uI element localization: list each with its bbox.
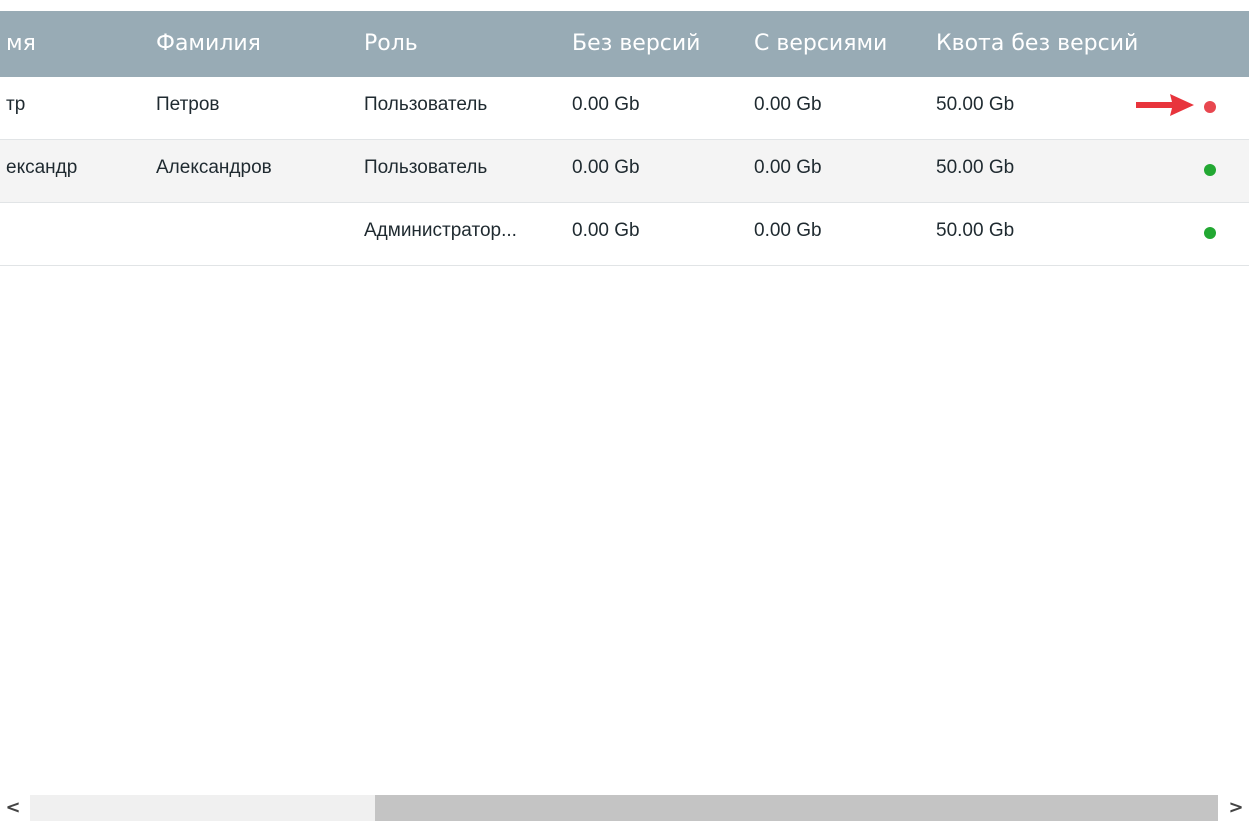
cell-role: Пользователь: [364, 94, 488, 115]
table-row[interactable]: ександр Александров Пользователь 0.00 Gb…: [0, 140, 1249, 203]
cell-role: Администратор...: [364, 220, 517, 241]
chevron-right-icon[interactable]: >: [1223, 795, 1249, 821]
cell-with-versions: 0.00 Gb: [754, 94, 822, 115]
column-header-with-versions[interactable]: С версиями: [754, 11, 887, 77]
scrollbar-thumb[interactable]: [375, 795, 1218, 821]
cell-first-name: тр: [6, 94, 26, 115]
table-header: мя Фамилия Роль Без версий С версиями Кв…: [0, 11, 1249, 77]
cell-no-versions: 0.00 Gb: [572, 157, 640, 178]
column-header-last-name[interactable]: Фамилия: [156, 11, 261, 77]
cell-quota-no-versions: 50.00 Gb: [936, 220, 1015, 241]
arrow-right-icon: [1136, 94, 1194, 116]
cell-with-versions: 0.00 Gb: [754, 157, 822, 178]
status-dot: [1204, 164, 1216, 176]
column-header-first-name[interactable]: мя: [6, 11, 36, 77]
column-header-quota-no-versions[interactable]: Квота без версий: [936, 11, 1138, 77]
users-table-view: мя Фамилия Роль Без версий С версиями Кв…: [0, 0, 1249, 821]
scrollbar-track[interactable]: [30, 795, 1218, 821]
horizontal-scrollbar[interactable]: < >: [0, 795, 1249, 821]
column-header-no-versions[interactable]: Без версий: [572, 11, 700, 77]
status-dot: [1204, 227, 1216, 239]
cell-no-versions: 0.00 Gb: [572, 220, 640, 241]
cell-role: Пользователь: [364, 157, 488, 178]
cell-last-name: Александров: [156, 157, 272, 178]
table-row[interactable]: Администратор... 0.00 Gb 0.00 Gb 50.00 G…: [0, 203, 1249, 266]
cell-with-versions: 0.00 Gb: [754, 220, 822, 241]
arrow-right-icon-shape: [1136, 94, 1194, 116]
status-dot: [1204, 101, 1216, 113]
cell-last-name: Петров: [156, 94, 220, 115]
column-header-role[interactable]: Роль: [364, 11, 418, 77]
chevron-left-icon[interactable]: <: [0, 795, 26, 821]
cell-no-versions: 0.00 Gb: [572, 94, 640, 115]
cell-quota-no-versions: 50.00 Gb: [936, 94, 1015, 115]
cell-quota-no-versions: 50.00 Gb: [936, 157, 1015, 178]
table-row[interactable]: тр Петров Пользователь 0.00 Gb 0.00 Gb 5…: [0, 77, 1249, 140]
cell-first-name: ександр: [6, 157, 78, 178]
